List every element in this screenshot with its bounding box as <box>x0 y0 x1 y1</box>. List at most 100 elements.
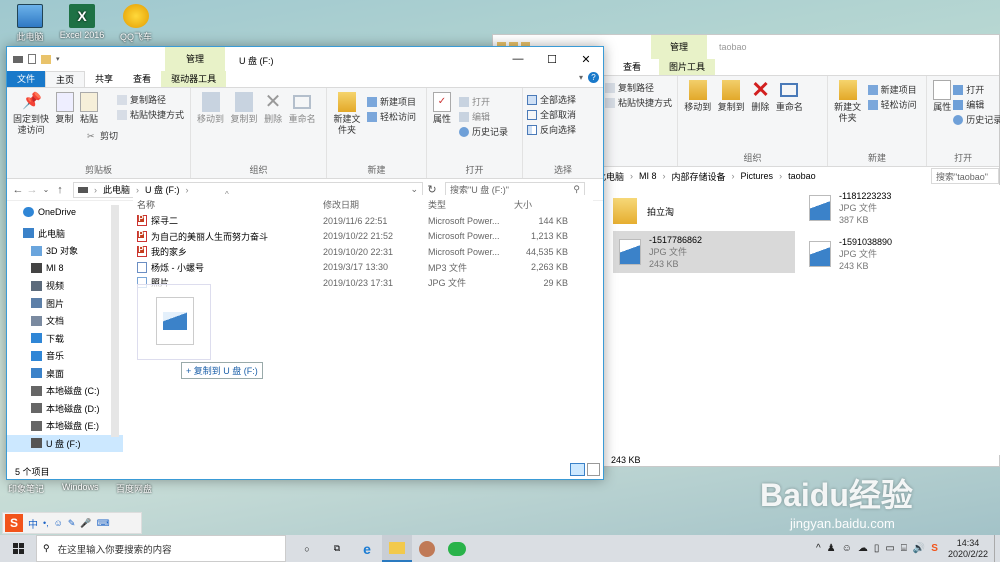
copy-to-button[interactable]: 复制到 <box>718 80 745 113</box>
tab-share[interactable]: 共享 <box>85 71 123 87</box>
list-item-selected[interactable]: -1517786862 JPG 文件 243 KB <box>613 231 795 273</box>
sogou-logo-icon[interactable]: S <box>5 514 23 532</box>
nav-item[interactable]: 桌面 <box>7 365 123 383</box>
network-icon[interactable]: ⌸ <box>901 543 907 554</box>
table-row[interactable]: 为自己的美丽人生而努力奋斗 2019/10/22 21:52 Microsoft P… <box>133 229 593 245</box>
easy-access-button[interactable]: 轻松访问 <box>867 97 917 112</box>
new-folder-button[interactable]: 新建文件夹 <box>834 80 862 124</box>
column-header-date[interactable]: 修改日期 <box>323 198 428 211</box>
volume-icon[interactable]: 🔊 <box>913 543 925 554</box>
nav-item[interactable]: 文档 <box>7 312 123 330</box>
maximize-button[interactable]: ☐ <box>535 47 569 71</box>
new-folder-icon[interactable] <box>41 54 51 64</box>
microphone-icon[interactable]: 🎤 <box>80 518 91 529</box>
usb-eject-icon[interactable]: ▯ <box>874 543 880 554</box>
customize-dropdown-icon[interactable]: ▾ <box>56 55 60 63</box>
recent-dropdown-icon[interactable]: ⌄ <box>39 185 53 194</box>
nav-scrollbar[interactable] <box>111 205 119 437</box>
paste-button[interactable]: 粘贴 <box>80 92 98 125</box>
skin-icon[interactable]: ✎ <box>68 518 76 529</box>
nav-item[interactable]: MI 8 <box>7 260 123 278</box>
tab-drive-tools[interactable]: 驱动器工具 <box>161 71 227 87</box>
nav-item[interactable]: 3D 对象 <box>7 242 123 260</box>
column-header-type[interactable]: 类型 <box>428 198 514 211</box>
nav-item[interactable]: 音乐 <box>7 347 123 365</box>
new-folder-button[interactable]: 新建文件夹 <box>333 92 361 136</box>
rename-button[interactable]: 重命名 <box>289 92 316 125</box>
wechat-taskbar-icon[interactable] <box>442 535 472 562</box>
desktop-label-baidu-netdisk[interactable]: 百度网盘 <box>116 482 152 495</box>
start-button[interactable] <box>0 535 36 562</box>
copy-button[interactable]: 复制 <box>55 92 74 125</box>
ime-language-toggle[interactable]: 中 <box>28 516 38 531</box>
search-input[interactable]: 搜索"taobao" <box>931 168 999 184</box>
keyboard-icon[interactable]: ⌨ <box>97 518 110 529</box>
qq-tray-icon[interactable]: ♟ <box>827 543 836 554</box>
properties-icon[interactable] <box>28 54 36 64</box>
collapse-ribbon-icon[interactable]: ▾ <box>579 73 583 82</box>
nav-item[interactable]: OneDrive <box>7 203 123 221</box>
open-button[interactable]: 打开 <box>953 82 1000 97</box>
delete-button[interactable]: ✕ 删除 <box>751 79 769 113</box>
new-item-button[interactable]: 新建项目 <box>867 82 917 97</box>
cloud-icon[interactable]: ☁ <box>858 543 868 554</box>
nav-item[interactable]: 下载 <box>7 330 123 348</box>
breadcrumb[interactable]: 此电脑 › MI 8 › 内部存储设备 › Pictures › taobao <box>593 168 911 184</box>
large-icons-view-icon[interactable] <box>587 463 600 476</box>
up-arrow-icon[interactable]: ↑ <box>53 184 67 196</box>
nav-item[interactable]: 本地磁盘 (C:) <box>7 382 123 400</box>
properties-button[interactable]: 属性 <box>933 80 951 113</box>
desktop-label-evernote[interactable]: 印象笔记 <box>8 482 44 495</box>
nav-item[interactable]: 本地磁盘 (D:) <box>7 400 123 418</box>
column-header-name[interactable]: 名称 <box>133 198 323 211</box>
history-button[interactable]: 历史记录 <box>953 112 1000 127</box>
edge-browser-icon[interactable]: e <box>352 535 382 562</box>
table-row[interactable]: 杨烁 - 小螺号 2019/3/17 13:30 MP3 文件 2,263 KB <box>133 260 593 276</box>
nav-item[interactable]: 视频 <box>7 277 123 295</box>
cut-button[interactable]: ✂ 剪切 <box>87 128 118 143</box>
nav-item[interactable]: 此电脑 <box>7 225 123 243</box>
details-view-icon[interactable] <box>570 463 585 476</box>
copy-to-button[interactable]: 复制到 <box>231 92 258 125</box>
select-none-button[interactable]: 全部取消 <box>527 107 599 122</box>
tab-picture-tools[interactable]: 图片工具 <box>659 59 716 75</box>
list-item[interactable]: -1591038890 JPG 文件 243 KB <box>809 233 999 275</box>
tab-file[interactable]: 文件 <box>7 71 46 87</box>
nav-item[interactable]: 图片 <box>7 295 123 313</box>
list-item[interactable]: -1181223233 JPG 文件 387 KB <box>809 187 999 229</box>
file-explorer-taskbar-icon[interactable] <box>382 535 412 562</box>
paste-shortcut-button[interactable]: 粘贴快捷方式 <box>605 95 673 110</box>
table-row[interactable]: 我的家乡 2019/10/20 22:31 Microsoft Power... 44… <box>133 244 593 260</box>
ime-tray-icon[interactable]: S <box>931 543 938 554</box>
desktop-icon-qq-speed[interactable]: QQ飞车 <box>106 4 166 43</box>
task-view-icon[interactable]: ⧉ <box>322 535 352 562</box>
people-icon[interactable]: ☺ <box>842 543 852 554</box>
tab-view[interactable]: 查看 <box>613 59 651 75</box>
desktop-icon-excel[interactable]: X Excel 2016 <box>52 4 112 40</box>
table-row[interactable]: 探寻二 2019/11/6 22:51 Microsoft Power... 144 … <box>133 213 593 229</box>
minimize-button[interactable]: — <box>501 47 535 71</box>
address-dropdown-icon[interactable]: ⌄ <box>410 184 418 195</box>
help-icon[interactable]: ? <box>588 72 599 83</box>
list-item[interactable]: 拍立淘 <box>613 191 803 231</box>
back-arrow-icon[interactable]: ← <box>11 184 25 196</box>
properties-button[interactable]: ✓ 属性 <box>433 92 451 125</box>
clock[interactable]: 14:34 2020/2/22 <box>948 538 988 560</box>
invert-selection-button[interactable]: 反向选择 <box>527 122 599 137</box>
chevron-up-icon[interactable]: ^ <box>816 543 821 554</box>
punctuation-icon[interactable]: •, <box>43 518 49 528</box>
pin-quick-access-button[interactable]: 📌 固定到快速访问 <box>13 92 49 136</box>
move-to-button[interactable]: 移动到 <box>684 80 711 113</box>
copy-path-button[interactable]: 复制路径 <box>117 92 184 107</box>
copy-path-button[interactable]: 复制路径 <box>605 80 673 95</box>
paste-shortcut-button[interactable]: 粘贴快捷方式 <box>117 107 184 122</box>
history-button[interactable]: 历史记录 <box>459 124 508 139</box>
context-tab-manage[interactable]: 管理 <box>651 35 707 59</box>
rename-button[interactable]: 重命名 <box>776 80 803 113</box>
column-header-size[interactable]: 大小 <box>514 198 568 211</box>
desktop-icon-this-pc[interactable]: 此电脑 <box>0 4 60 43</box>
easy-access-button[interactable]: 轻松访问 <box>367 109 416 124</box>
show-desktop-button[interactable] <box>994 535 998 562</box>
edit-button[interactable]: 编辑 <box>459 109 508 124</box>
open-button[interactable]: 打开 <box>459 94 508 109</box>
